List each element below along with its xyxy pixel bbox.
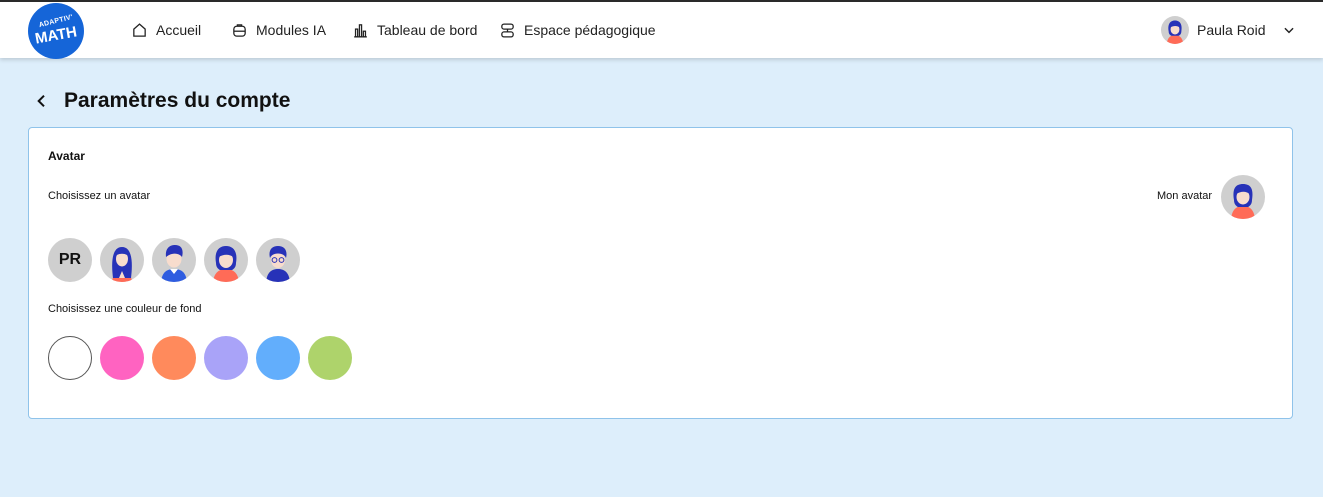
color-swatch-white[interactable] xyxy=(48,336,92,380)
page-header: Paramètres du compte xyxy=(34,88,290,114)
color-swatch-orange[interactable] xyxy=(152,336,196,380)
home-icon xyxy=(133,22,146,37)
chevron-down-icon xyxy=(1283,27,1294,34)
avatar-option-curly-hair[interactable] xyxy=(256,238,300,282)
nav-item-label: Tableau de bord xyxy=(377,22,478,38)
color-swatch-lavender[interactable] xyxy=(204,336,248,380)
nav-item-modules-ia[interactable]: Modules IA xyxy=(231,19,326,41)
top-navbar: ADAPTIV' MATH Accueil Modules IA Tableau… xyxy=(0,2,1323,59)
nav-item-label: Espace pédagogique xyxy=(524,22,656,38)
stack-icon xyxy=(501,22,514,38)
choose-color-label: Choisissez une couleur de fond xyxy=(48,303,202,315)
bar-chart-icon xyxy=(354,23,367,38)
chevron-left-icon[interactable] xyxy=(34,93,50,109)
backpack-icon xyxy=(233,23,246,37)
nav-item-accueil[interactable]: Accueil xyxy=(131,19,201,41)
nav-item-label: Accueil xyxy=(156,22,202,38)
color-swatch-pink[interactable] xyxy=(100,336,144,380)
choose-avatar-label: Choisissez un avatar xyxy=(48,190,151,202)
app-logo[interactable]: ADAPTIV' MATH xyxy=(28,3,84,59)
nav-item-espace-pedagogique[interactable]: Espace pédagogique xyxy=(499,19,656,41)
nav-item-label: Modules IA xyxy=(256,22,327,38)
color-swatch-green[interactable] xyxy=(308,336,352,380)
avatar-option-initials[interactable]: PR xyxy=(48,238,92,282)
page-title: Paramètres du compte xyxy=(64,89,291,112)
user-menu[interactable]: Paula Roid xyxy=(1161,15,1296,45)
user-name: Paula Roid xyxy=(1197,22,1266,38)
current-avatar xyxy=(1221,175,1265,219)
avatar-option-short-hair-boy[interactable] xyxy=(152,238,196,282)
section-title: Avatar xyxy=(48,149,85,163)
avatar-option-long-hair[interactable] xyxy=(100,238,144,282)
user-avatar xyxy=(1161,16,1189,44)
color-swatch-blue[interactable] xyxy=(256,336,300,380)
avatar-option-bob-hair[interactable] xyxy=(204,238,248,282)
current-avatar-label: Mon avatar xyxy=(1157,190,1213,202)
avatar-settings-card: Avatar Choisissez un avatar Mon avatar P… xyxy=(28,127,1293,419)
nav-item-tableau-de-bord[interactable]: Tableau de bord xyxy=(352,19,477,41)
